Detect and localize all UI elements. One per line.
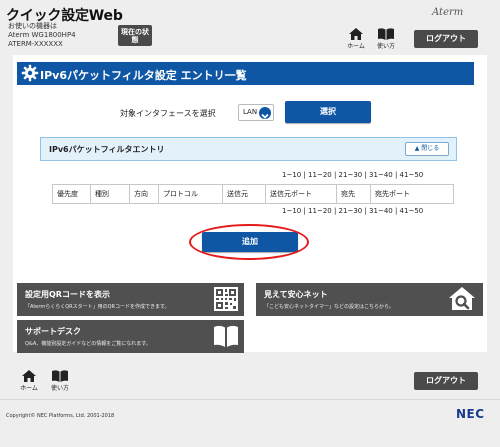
guide-label: 使い方 (50, 385, 69, 392)
qr-code-icon (214, 287, 238, 311)
copyright-text: Copyright© NEC Platforms, Ltd. 2001-2018 (6, 413, 115, 419)
safe-net-card[interactable]: 見えて安心ネット 「こども安心ネットタイマー」などの設定はこちらから。 (256, 283, 483, 316)
column-header-priority: 優先度 (52, 184, 91, 204)
home-button-top[interactable]: ホーム (345, 28, 367, 50)
home-label: ホーム (20, 385, 38, 392)
house-search-icon (449, 287, 475, 310)
device-id: ATERM-XXXXXX (8, 40, 63, 48)
qr-card-title: 設定用QRコードを表示 (25, 290, 110, 299)
chevron-down-icon (259, 107, 271, 119)
nec-logo: NEC (456, 407, 485, 421)
column-header-source: 送信元 (222, 184, 266, 204)
chevron-up-icon: ▲ (414, 145, 420, 152)
support-desk-card[interactable]: サポートデスク Q&A、機能別設定ガイドなどの情報をご覧になれます。 (17, 320, 244, 353)
pager-link[interactable]: 41~50 (400, 171, 424, 179)
home-label: ホーム (347, 43, 365, 50)
device-label: お使いの機器は (8, 22, 57, 30)
column-header-type: 種別 (90, 184, 130, 204)
select-button[interactable]: 選択 (285, 101, 371, 123)
home-button-bottom[interactable]: ホーム (18, 370, 40, 392)
support-card-title: サポートデスク (25, 327, 81, 336)
entry-table: 優先度 種別 方向 プロトコル 送信元 送信元ポート 宛先 宛先ポート (52, 184, 454, 204)
interface-label: 対象インタフェースを選択 (120, 109, 216, 118)
column-header-protocol: プロトコル (158, 184, 223, 204)
book-icon (378, 28, 394, 40)
guide-button-bottom[interactable]: 使い方 (49, 370, 71, 392)
home-icon (22, 370, 36, 382)
pager-link[interactable]: 21~30 (339, 207, 363, 215)
pager-link[interactable]: 1~10 (282, 207, 301, 215)
section-header: IPv6パケットフィルタエントリ ▲ 閉じる (40, 137, 457, 161)
safe-card-title: 見えて安心ネット (264, 290, 328, 299)
collapse-button[interactable]: ▲ 閉じる (405, 142, 449, 156)
guide-button-top[interactable]: 使い方 (375, 28, 397, 50)
interface-select-value: LAN (243, 108, 258, 116)
device-model: Aterm WG1800HP4 (8, 31, 76, 39)
current-status-button[interactable]: 現在の状態 (118, 25, 152, 46)
qr-card-description: 「AtermらくらくQRスタート」用のQRコードを作成できます。 (25, 304, 170, 310)
support-card-description: Q&A、機能別設定ガイドなどの情報をご覧になれます。 (25, 341, 151, 347)
logout-button-bottom[interactable]: ログアウト (414, 372, 478, 390)
pager-link[interactable]: 11~20 (308, 171, 332, 179)
pager-bottom: 1~10 | 11~20 | 21~30 | 31~40 | 41~50 (282, 207, 424, 215)
interface-select[interactable]: LAN (238, 104, 274, 121)
section-title: IPv6パケットフィルタエントリ (49, 145, 165, 154)
pager-link[interactable]: 31~40 (369, 207, 393, 215)
pager-link[interactable]: 21~30 (339, 171, 363, 179)
book-icon (214, 325, 238, 347)
gear-icon (21, 64, 39, 82)
pager-link[interactable]: 41~50 (400, 207, 424, 215)
collapse-label: 閉じる (421, 145, 440, 152)
pager-top: 1~10 | 11~20 | 21~30 | 31~40 | 41~50 (282, 171, 424, 179)
pager-link[interactable]: 11~20 (308, 207, 332, 215)
column-header-destination: 宛先 (336, 184, 371, 204)
safe-card-description: 「こども安心ネットタイマー」などの設定はこちらから。 (264, 304, 395, 310)
aterm-logo: Aterm (432, 7, 464, 18)
page-title: IPv6パケットフィルタ設定 エントリ一覧 (40, 69, 247, 82)
page-title-bar: IPv6パケットフィルタ設定 エントリ一覧 (17, 62, 474, 85)
guide-label: 使い方 (376, 43, 395, 50)
add-button-highlight-ring (189, 224, 309, 260)
book-icon (52, 370, 68, 382)
home-icon (349, 28, 363, 40)
footer-divider (0, 399, 500, 400)
column-header-source-port: 送信元ポート (265, 184, 337, 204)
column-header-destination-port: 宛先ポート (370, 184, 454, 204)
column-header-direction: 方向 (129, 184, 159, 204)
qr-code-card[interactable]: 設定用QRコードを表示 「AtermらくらくQRスタート」用のQRコードを作成で… (17, 283, 244, 316)
pager-link[interactable]: 1~10 (282, 171, 301, 179)
pager-link[interactable]: 31~40 (369, 171, 393, 179)
logout-button-top[interactable]: ログアウト (414, 30, 478, 48)
device-info: お使いの機器は Aterm WG1800HP4 ATERM-XXXXXX (8, 22, 76, 49)
table-header-row: 優先度 種別 方向 プロトコル 送信元 送信元ポート 宛先 宛先ポート (52, 184, 454, 204)
